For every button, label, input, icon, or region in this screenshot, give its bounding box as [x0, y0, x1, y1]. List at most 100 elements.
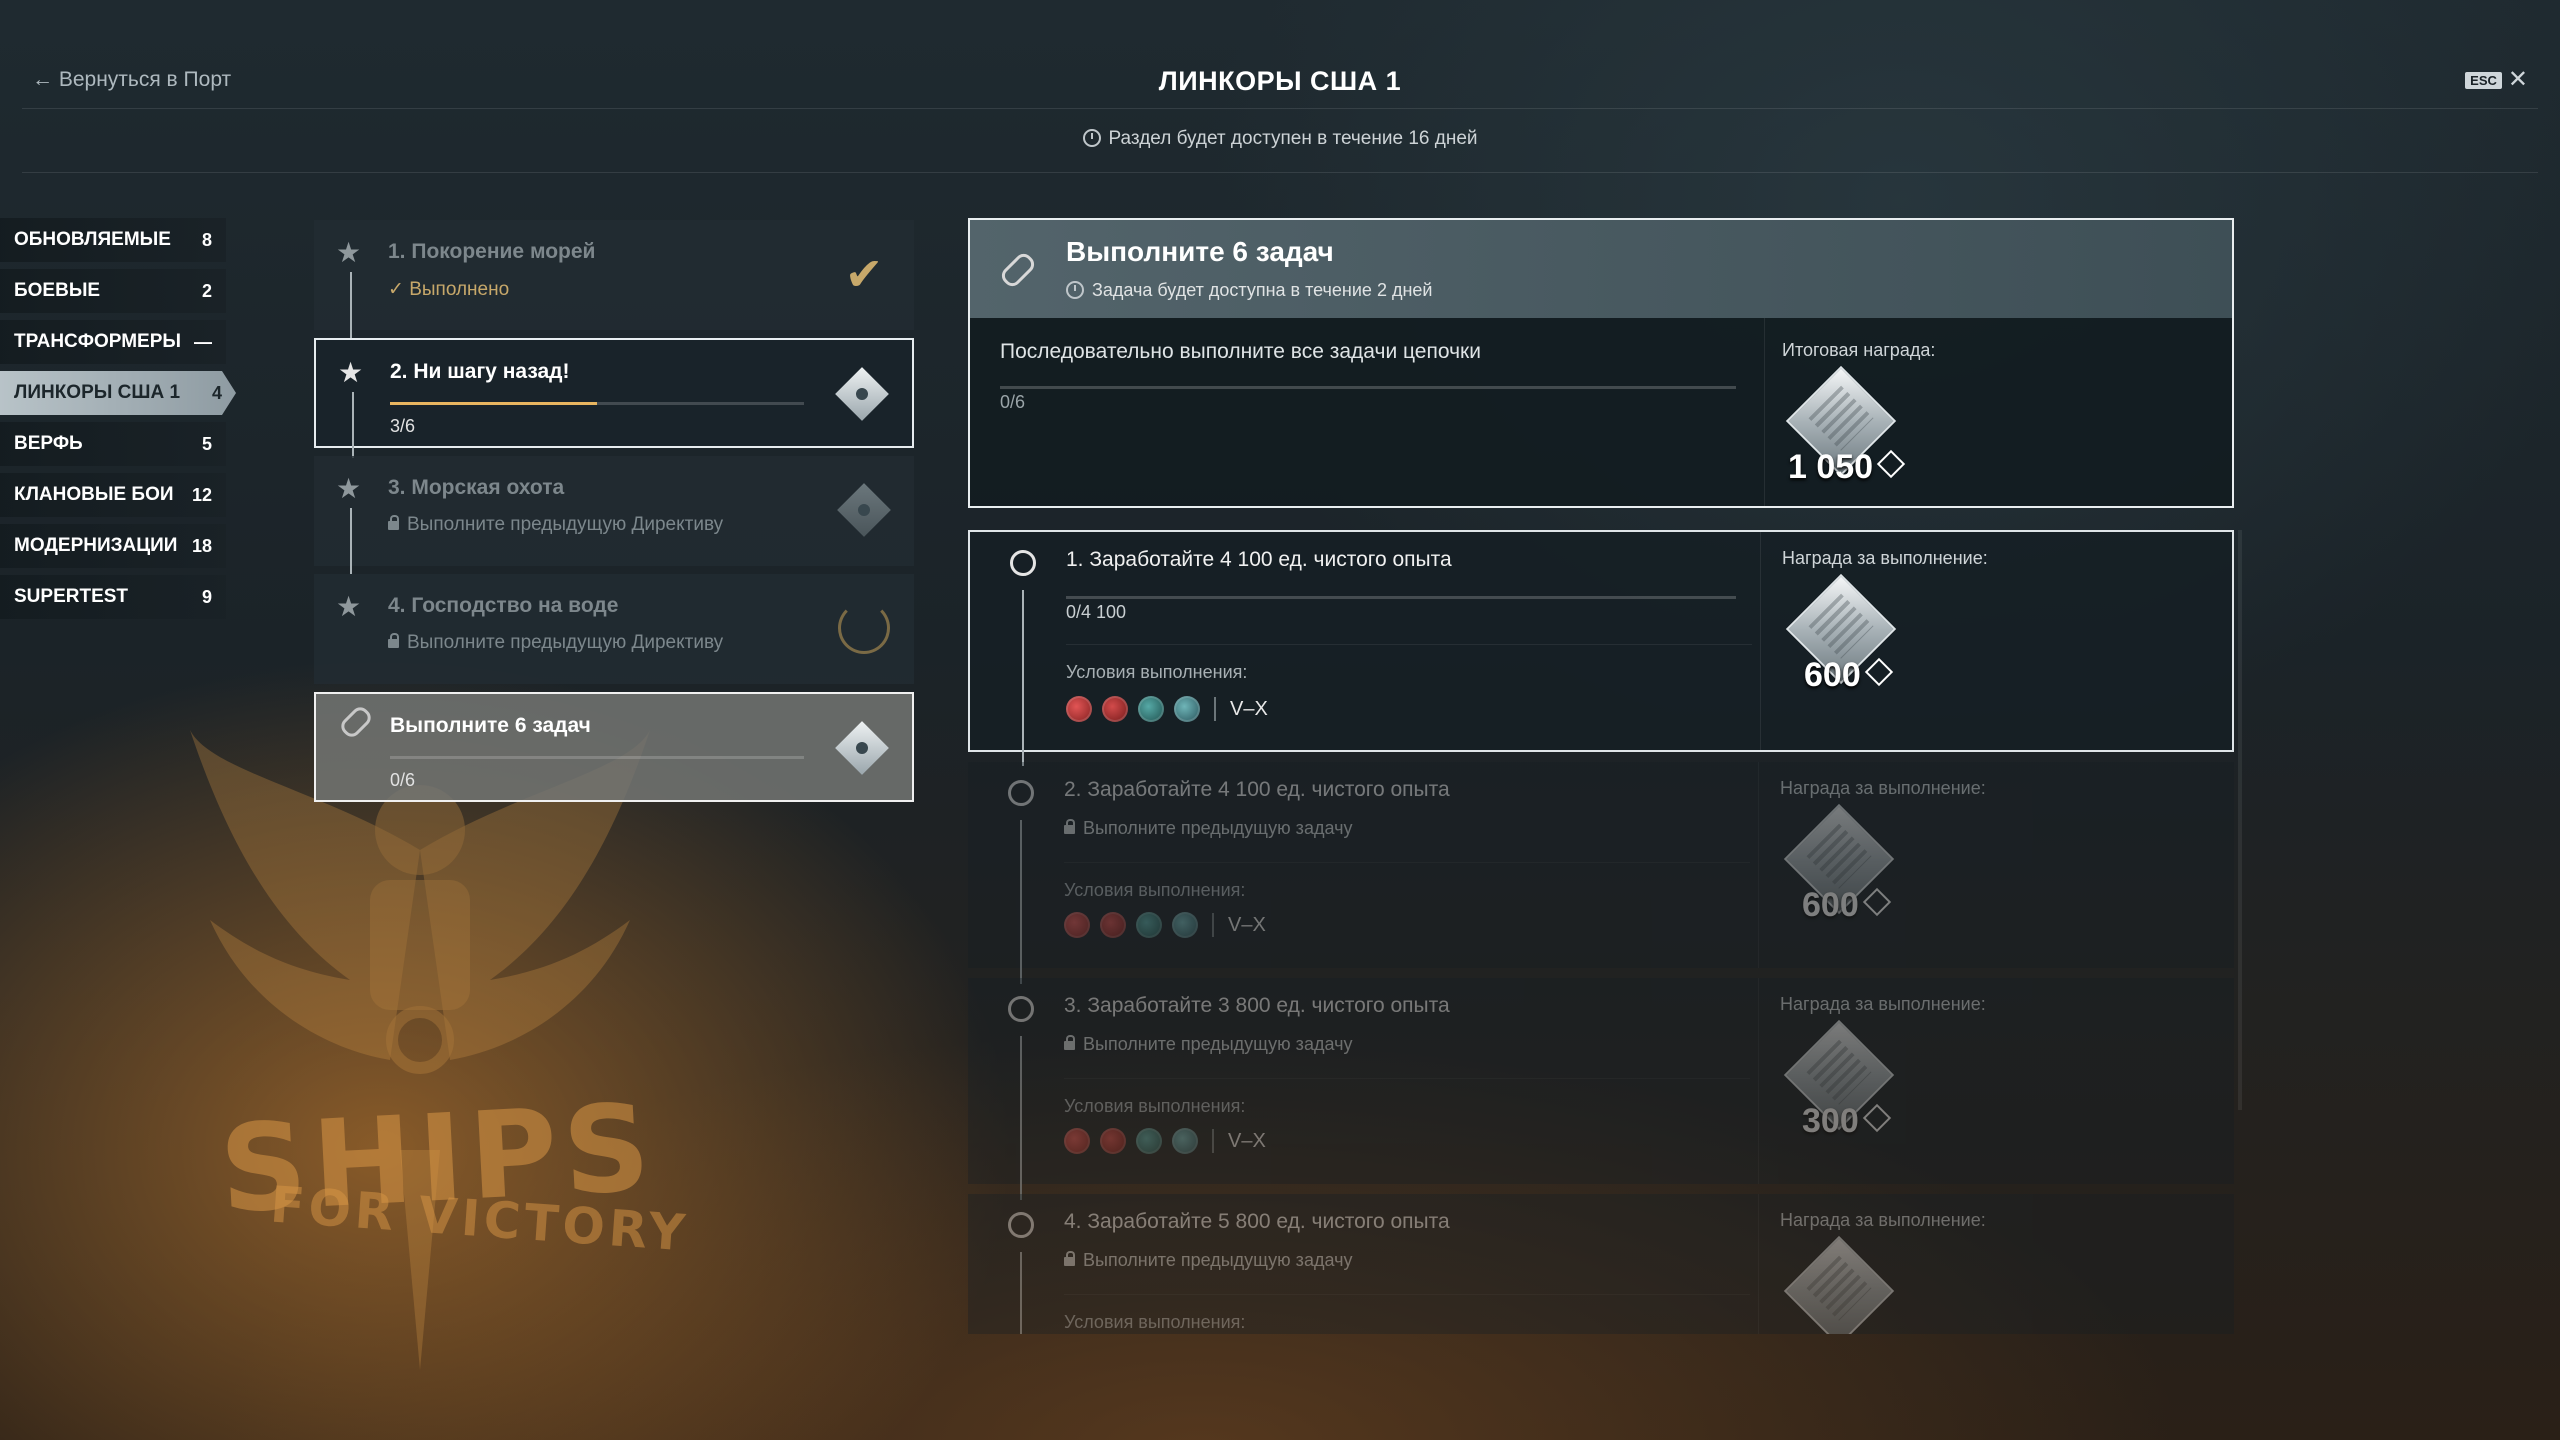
close-button[interactable]: ESC ✕ — [2465, 68, 2528, 92]
laurel-wreath-icon — [838, 602, 890, 654]
sidebar-item-combat[interactable]: БОЕВЫЕ 2 — [0, 269, 226, 313]
esc-key-badge: ESC — [2465, 71, 2502, 89]
task-reward-medal: 600 — [1780, 803, 1900, 930]
directive-title: 3. Морская охота — [388, 476, 565, 499]
sidebar-item-updatable[interactable]: ОБНОВЛЯЕМЫЕ 8 — [0, 218, 226, 262]
final-reward-label: Итоговая награда: — [1782, 340, 1936, 360]
ship-class-icon — [1172, 912, 1198, 938]
task-status-circle-icon — [1008, 780, 1034, 806]
directive-status-text: Выполнено — [409, 279, 510, 300]
sidebar-item-count: 12 — [191, 484, 212, 505]
clock-icon — [1082, 129, 1101, 147]
lock-icon — [1064, 819, 1075, 834]
sidebar-item-clan-battles[interactable]: КЛАНОВЫЕ БОИ 12 — [0, 473, 226, 517]
check-icon: ✔ — [844, 248, 884, 300]
sidebar-item-label: МОДЕРНИЗАЦИИ — [14, 535, 178, 556]
sidebar-item-label: БОЕВЫЕ — [14, 280, 101, 301]
directive-progress-bar — [390, 402, 804, 405]
task-title: 1. Заработайте 4 100 ед. чистого опыта — [1066, 548, 1452, 571]
conditions-label: Условия выполнения: — [1064, 1312, 1246, 1332]
task-reward-label: Награда за выполнение: — [1780, 778, 1986, 798]
directive-card-3[interactable]: ★ 3. Морская охота Выполните предыдущую … — [314, 456, 914, 574]
task-card-2[interactable]: 2. Заработайте 4 100 ед. чистого опыта В… — [968, 762, 2234, 984]
ship-class-icon — [1064, 1128, 1090, 1154]
section-timer-text: Раздел будет доступен в течение 16 дней — [1108, 128, 1478, 149]
directive-progress-bar — [390, 756, 804, 759]
task-divider — [1066, 644, 1752, 645]
ship-class-icon — [1136, 1128, 1162, 1154]
ship-class-icon — [1066, 696, 1092, 722]
directive-status-text: Выполните предыдущую Директиву — [407, 514, 724, 535]
tier-range: V–X — [1230, 697, 1268, 720]
directive-title: 1. Покорение морей — [388, 240, 596, 263]
directive-card-4[interactable]: ★ 4. Господство на воде Выполните предыд… — [314, 574, 914, 684]
conditions-icons: V–X — [1066, 696, 1268, 722]
sidebar-item-supertest[interactable]: SUPERTEST 9 — [0, 575, 226, 619]
chain-link-icon — [337, 703, 375, 741]
sidebar-item-label: ТРАНСФОРМЕРЫ — [14, 331, 181, 352]
task-card-4[interactable]: 4. Заработайте 5 800 ед. чистого опыта В… — [968, 1194, 2234, 1334]
clock-icon — [1066, 281, 1084, 299]
task-connector — [1020, 1252, 1022, 1334]
chain-progress-count: 0/6 — [1000, 392, 1026, 412]
tier-range: V–X — [1228, 1129, 1266, 1152]
chain-connector — [350, 508, 352, 574]
lock-icon — [388, 515, 399, 530]
sidebar-item-us-battleships[interactable]: ЛИНКОРЫ США 1 4 — [0, 371, 236, 415]
task-card-3[interactable]: 3. Заработайте 3 800 ед. чистого опыта В… — [968, 978, 2234, 1200]
medal-icon — [1783, 1235, 1895, 1334]
task-reward-amount: 600 — [1804, 656, 1893, 695]
sidebar-item-count: 2 — [201, 280, 212, 301]
task-reward-amount: 600 — [1802, 886, 1891, 925]
task-connector — [1020, 1036, 1022, 1200]
column-divider — [1758, 1194, 1759, 1334]
task-locked-status: Выполните предыдущую задачу — [1064, 818, 1352, 839]
task-reward-amount-text: 300 — [1802, 1102, 1859, 1140]
ship-class-icon — [1174, 696, 1200, 722]
check-icon: ✓ — [388, 279, 410, 300]
sidebar-item-label: ЛИНКОРЫ США 1 — [14, 382, 181, 403]
task-reward-amount-text: 600 — [1802, 886, 1859, 924]
task-title: 4. Заработайте 5 800 ед. чистого опыта — [1064, 1210, 1450, 1233]
sidebar-item-transformers[interactable]: ТРАНСФОРМЕРЫ — — [0, 320, 226, 364]
directive-card-chain[interactable]: Выполните 6 задач 0/6 — [314, 692, 914, 802]
directive-progress-count: 3/6 — [390, 416, 416, 436]
directive-card-1[interactable]: ★ 1. Покорение морей ✓ Выполнено ✔ — [314, 220, 914, 338]
ship-class-icon — [1138, 696, 1164, 722]
close-icon[interactable]: ✕ — [2508, 68, 2528, 92]
task-card-1[interactable]: 1. Заработайте 4 100 ед. чистого опыта 0… — [968, 530, 2234, 766]
conditions-label: Условия выполнения: — [1064, 880, 1246, 900]
task-panel: Выполните 6 задач Задача будет доступна … — [968, 218, 2234, 1334]
task-locked-text: Выполните предыдущую задачу — [1083, 1250, 1353, 1270]
page-title: ЛИНКОРЫ США 1 — [1158, 66, 1402, 96]
directive-status: Выполните предыдущую Директиву — [388, 632, 723, 654]
sidebar-item-label: КЛАНОВЫЕ БОИ — [14, 484, 174, 505]
task-reward-medal: 600 — [1782, 573, 1902, 700]
currency-icon — [1862, 1103, 1891, 1133]
directive-status: ✓ Выполнено — [388, 278, 509, 301]
directive-title: 2. Ни шагу назад! — [390, 360, 570, 383]
sidebar-item-upgrades[interactable]: МОДЕРНИЗАЦИИ 18 — [0, 524, 226, 568]
directive-progress-count: 0/6 — [390, 770, 416, 790]
tier-separator — [1212, 913, 1214, 937]
directive-card-2[interactable]: ★ 2. Ни шагу назад! 3/6 — [314, 338, 914, 458]
task-connector — [1020, 820, 1022, 984]
conditions-label: Условия выполнения: — [1064, 1096, 1246, 1116]
task-divider — [1064, 1078, 1750, 1079]
tier-separator — [1214, 697, 1216, 721]
task-progress-bar — [1066, 596, 1736, 599]
chain-timer: Задача будет доступна в течение 2 дней — [1066, 280, 1432, 301]
sidebar-item-count: 5 — [201, 433, 212, 454]
star-icon: ★ — [336, 473, 362, 504]
chain-summary-header: Выполните 6 задач Задача будет доступна … — [970, 220, 2232, 318]
chain-summary-card: Выполните 6 задач Задача будет доступна … — [968, 218, 2234, 508]
section-timer: Раздел будет доступен в течение 16 дней — [0, 128, 2560, 150]
lock-icon — [1064, 1035, 1075, 1050]
task-list-scrollbar[interactable] — [2238, 530, 2242, 1110]
star-icon: ★ — [336, 237, 362, 268]
task-title: 2. Заработайте 4 100 ед. чистого опыта — [1064, 778, 1450, 801]
sidebar-item-count: 4 — [211, 382, 222, 403]
sidebar-item-shipyard[interactable]: ВЕРФЬ 5 — [0, 422, 226, 466]
task-status-circle-icon — [1010, 550, 1036, 576]
chain-connector — [352, 392, 354, 458]
